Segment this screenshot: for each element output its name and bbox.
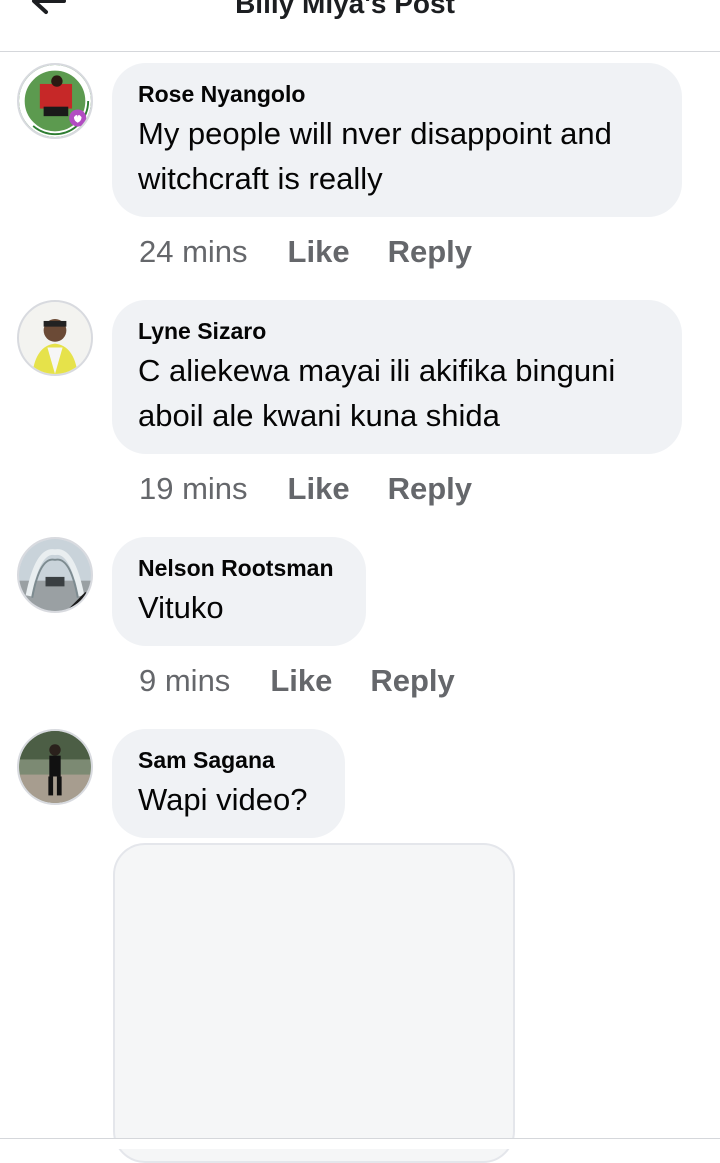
comment-author[interactable]: Lyne Sizaro (138, 316, 656, 346)
divider (0, 1138, 720, 1149)
comment-text: Vituko (138, 590, 224, 625)
comment-bubble[interactable]: Rose Nyangolo My people will nver disapp… (112, 63, 682, 217)
comment-text: C aliekewa mayai ili akifika binguni abo… (138, 353, 616, 433)
comment-text: My people will nver disappoint and witch… (138, 116, 612, 196)
comment-author[interactable]: Nelson Rootsman (138, 553, 340, 583)
comment-timestamp: 19 mins (139, 471, 248, 506)
media-attachment[interactable] (113, 843, 515, 1163)
avatar[interactable] (17, 63, 93, 139)
comment-timestamp: 24 mins (139, 234, 248, 269)
avatar[interactable] (17, 729, 93, 805)
comment-timestamp: 9 mins (139, 663, 231, 698)
comment-actions: 24 mins Like Reply (139, 232, 472, 272)
page-title: Billy Miya's Post (235, 0, 455, 19)
reply-button[interactable]: Reply (388, 469, 472, 509)
reply-button[interactable]: Reply (370, 661, 454, 701)
comment-actions: 9 mins Like Reply (139, 661, 455, 701)
post-header: Billy Miya's Post (0, 0, 720, 52)
like-button[interactable]: Like (288, 469, 350, 509)
avatar[interactable] (17, 300, 93, 376)
comment-actions: 19 mins Like Reply (139, 469, 472, 509)
comment-author[interactable]: Sam Sagana (138, 745, 319, 775)
avatar[interactable] (17, 537, 93, 613)
comment-text: Wapi video? (138, 782, 308, 817)
comment-bubble[interactable]: Nelson Rootsman Vituko (112, 537, 366, 646)
like-button[interactable]: Like (270, 661, 332, 701)
reply-button[interactable]: Reply (388, 232, 472, 272)
comment-bubble[interactable]: Lyne Sizaro C aliekewa mayai ili akifika… (112, 300, 682, 454)
comment-author[interactable]: Rose Nyangolo (138, 79, 656, 109)
comment-bubble[interactable]: Sam Sagana Wapi video? (112, 729, 345, 838)
like-button[interactable]: Like (288, 232, 350, 272)
